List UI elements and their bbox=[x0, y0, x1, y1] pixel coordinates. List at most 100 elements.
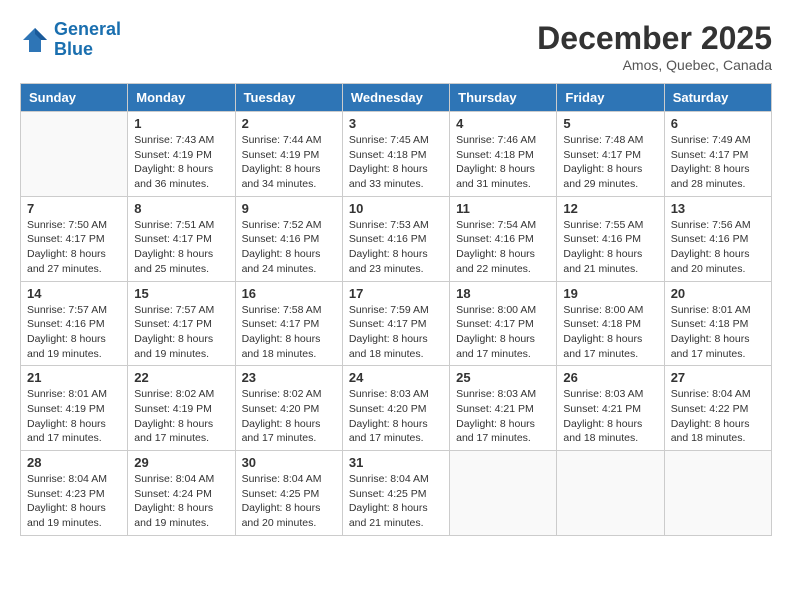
calendar-cell bbox=[21, 112, 128, 197]
weekday-header-wednesday: Wednesday bbox=[342, 84, 449, 112]
day-number: 14 bbox=[27, 286, 121, 301]
calendar-week-row: 21Sunrise: 8:01 AMSunset: 4:19 PMDayligh… bbox=[21, 366, 772, 451]
calendar-cell: 14 Sunrise: 7:57 AMSunset: 4:16 PMDayligh… bbox=[21, 281, 128, 366]
day-info: Sunrise: 7:55 AMSunset: 4:16 PMDaylight:… bbox=[563, 218, 657, 277]
calendar-cell: 16 Sunrise: 7:58 AMSunset: 4:17 PMDayligh… bbox=[235, 281, 342, 366]
page-header: General Blue December 2025 Amos, Quebec,… bbox=[20, 20, 772, 73]
day-info: Sunrise: 7:58 AMSunset: 4:17 PMDaylight:… bbox=[242, 303, 336, 362]
day-number: 1 bbox=[134, 116, 228, 131]
day-number: 15 bbox=[134, 286, 228, 301]
day-info: Sunrise: 7:57 AMSunset: 4:17 PMDaylight:… bbox=[134, 303, 228, 362]
day-info: Sunrise: 8:03 AMSunset: 4:21 PMDaylight:… bbox=[563, 387, 657, 446]
day-info: Sunrise: 7:48 AMSunset: 4:17 PMDaylight:… bbox=[563, 133, 657, 192]
day-info: Sunrise: 8:02 AMSunset: 4:19 PMDaylight:… bbox=[134, 387, 228, 446]
day-info: Sunrise: 8:02 AMSunset: 4:20 PMDaylight:… bbox=[242, 387, 336, 446]
day-number: 25 bbox=[456, 370, 550, 385]
day-info: Sunrise: 8:04 AMSunset: 4:23 PMDaylight:… bbox=[27, 472, 121, 531]
day-number: 8 bbox=[134, 201, 228, 216]
day-info: Sunrise: 8:00 AMSunset: 4:18 PMDaylight:… bbox=[563, 303, 657, 362]
calendar-cell bbox=[664, 451, 771, 536]
calendar-cell: 12 Sunrise: 7:55 AMSunset: 4:16 PMDayligh… bbox=[557, 196, 664, 281]
calendar-cell: 24Sunrise: 8:03 AMSunset: 4:20 PMDayligh… bbox=[342, 366, 449, 451]
day-info: Sunrise: 8:04 AMSunset: 4:25 PMDaylight:… bbox=[349, 472, 443, 531]
logo-text: General Blue bbox=[54, 20, 121, 60]
calendar-week-row: 28 Sunrise: 8:04 AMSunset: 4:23 PMDayligh… bbox=[21, 451, 772, 536]
day-number: 7 bbox=[27, 201, 121, 216]
calendar-cell: 7Sunrise: 7:50 AMSunset: 4:17 PMDaylight… bbox=[21, 196, 128, 281]
calendar-cell: 20 Sunrise: 8:01 AMSunset: 4:18 PMDayligh… bbox=[664, 281, 771, 366]
calendar-cell: 13 Sunrise: 7:56 AMSunset: 4:16 PMDayligh… bbox=[664, 196, 771, 281]
calendar-cell: 31 Sunrise: 8:04 AMSunset: 4:25 PMDayligh… bbox=[342, 451, 449, 536]
logo-line1: General bbox=[54, 19, 121, 39]
day-number: 30 bbox=[242, 455, 336, 470]
day-info: Sunrise: 7:52 AMSunset: 4:16 PMDaylight:… bbox=[242, 218, 336, 277]
day-number: 29 bbox=[134, 455, 228, 470]
calendar-week-row: 14 Sunrise: 7:57 AMSunset: 4:16 PMDayligh… bbox=[21, 281, 772, 366]
day-info: Sunrise: 7:53 AMSunset: 4:16 PMDaylight:… bbox=[349, 218, 443, 277]
calendar-table: SundayMondayTuesdayWednesdayThursdayFrid… bbox=[20, 83, 772, 536]
day-number: 5 bbox=[563, 116, 657, 131]
day-info: Sunrise: 7:56 AMSunset: 4:16 PMDaylight:… bbox=[671, 218, 765, 277]
day-number: 17 bbox=[349, 286, 443, 301]
logo-line2: Blue bbox=[54, 39, 93, 59]
day-info: Sunrise: 7:44 AMSunset: 4:19 PMDaylight:… bbox=[242, 133, 336, 192]
day-info: Sunrise: 7:59 AMSunset: 4:17 PMDaylight:… bbox=[349, 303, 443, 362]
day-number: 20 bbox=[671, 286, 765, 301]
calendar-cell: 27 Sunrise: 8:04 AMSunset: 4:22 PMDayligh… bbox=[664, 366, 771, 451]
calendar-cell: 2 Sunrise: 7:44 AMSunset: 4:19 PMDaylight… bbox=[235, 112, 342, 197]
day-info: Sunrise: 8:04 AMSunset: 4:24 PMDaylight:… bbox=[134, 472, 228, 531]
day-info: Sunrise: 7:57 AMSunset: 4:16 PMDaylight:… bbox=[27, 303, 121, 362]
weekday-header-sunday: Sunday bbox=[21, 84, 128, 112]
calendar-week-row: 7Sunrise: 7:50 AMSunset: 4:17 PMDaylight… bbox=[21, 196, 772, 281]
day-number: 12 bbox=[563, 201, 657, 216]
calendar-cell: 21Sunrise: 8:01 AMSunset: 4:19 PMDayligh… bbox=[21, 366, 128, 451]
day-number: 16 bbox=[242, 286, 336, 301]
day-number: 10 bbox=[349, 201, 443, 216]
day-number: 9 bbox=[242, 201, 336, 216]
day-number: 13 bbox=[671, 201, 765, 216]
day-info: Sunrise: 8:04 AMSunset: 4:22 PMDaylight:… bbox=[671, 387, 765, 446]
calendar-cell: 17 Sunrise: 7:59 AMSunset: 4:17 PMDayligh… bbox=[342, 281, 449, 366]
day-number: 3 bbox=[349, 116, 443, 131]
day-info: Sunrise: 7:51 AMSunset: 4:17 PMDaylight:… bbox=[134, 218, 228, 277]
location: Amos, Quebec, Canada bbox=[537, 57, 772, 73]
day-info: Sunrise: 7:45 AMSunset: 4:18 PMDaylight:… bbox=[349, 133, 443, 192]
day-number: 18 bbox=[456, 286, 550, 301]
calendar-cell: 26Sunrise: 8:03 AMSunset: 4:21 PMDayligh… bbox=[557, 366, 664, 451]
calendar-cell: 30 Sunrise: 8:04 AMSunset: 4:25 PMDayligh… bbox=[235, 451, 342, 536]
calendar-cell: 19 Sunrise: 8:00 AMSunset: 4:18 PMDayligh… bbox=[557, 281, 664, 366]
day-number: 11 bbox=[456, 201, 550, 216]
calendar-cell bbox=[450, 451, 557, 536]
day-number: 21 bbox=[27, 370, 121, 385]
day-info: Sunrise: 7:46 AMSunset: 4:18 PMDaylight:… bbox=[456, 133, 550, 192]
calendar-cell: 6Sunrise: 7:49 AMSunset: 4:17 PMDaylight… bbox=[664, 112, 771, 197]
weekday-header-friday: Friday bbox=[557, 84, 664, 112]
day-info: Sunrise: 7:54 AMSunset: 4:16 PMDaylight:… bbox=[456, 218, 550, 277]
weekday-header-monday: Monday bbox=[128, 84, 235, 112]
calendar-cell: 29 Sunrise: 8:04 AMSunset: 4:24 PMDayligh… bbox=[128, 451, 235, 536]
calendar-cell: 4Sunrise: 7:46 AMSunset: 4:18 PMDaylight… bbox=[450, 112, 557, 197]
day-number: 24 bbox=[349, 370, 443, 385]
day-info: Sunrise: 7:43 AMSunset: 4:19 PMDaylight:… bbox=[134, 133, 228, 192]
day-number: 23 bbox=[242, 370, 336, 385]
day-number: 19 bbox=[563, 286, 657, 301]
day-number: 28 bbox=[27, 455, 121, 470]
day-info: Sunrise: 8:01 AMSunset: 4:18 PMDaylight:… bbox=[671, 303, 765, 362]
day-number: 2 bbox=[242, 116, 336, 131]
day-number: 22 bbox=[134, 370, 228, 385]
weekday-header-tuesday: Tuesday bbox=[235, 84, 342, 112]
calendar-cell: 18 Sunrise: 8:00 AMSunset: 4:17 PMDayligh… bbox=[450, 281, 557, 366]
month-year: December 2025 bbox=[537, 20, 772, 57]
calendar-cell: 3 Sunrise: 7:45 AMSunset: 4:18 PMDaylight… bbox=[342, 112, 449, 197]
day-number: 31 bbox=[349, 455, 443, 470]
day-number: 27 bbox=[671, 370, 765, 385]
calendar-cell: 22 Sunrise: 8:02 AMSunset: 4:19 PMDayligh… bbox=[128, 366, 235, 451]
calendar-cell: 1 Sunrise: 7:43 AMSunset: 4:19 PMDaylight… bbox=[128, 112, 235, 197]
day-info: Sunrise: 8:00 AMSunset: 4:17 PMDaylight:… bbox=[456, 303, 550, 362]
calendar-cell: 11 Sunrise: 7:54 AMSunset: 4:16 PMDayligh… bbox=[450, 196, 557, 281]
day-info: Sunrise: 8:04 AMSunset: 4:25 PMDaylight:… bbox=[242, 472, 336, 531]
calendar-week-row: 1 Sunrise: 7:43 AMSunset: 4:19 PMDaylight… bbox=[21, 112, 772, 197]
calendar-cell: 23 Sunrise: 8:02 AMSunset: 4:20 PMDayligh… bbox=[235, 366, 342, 451]
calendar-cell: 5 Sunrise: 7:48 AMSunset: 4:17 PMDaylight… bbox=[557, 112, 664, 197]
weekday-header-saturday: Saturday bbox=[664, 84, 771, 112]
